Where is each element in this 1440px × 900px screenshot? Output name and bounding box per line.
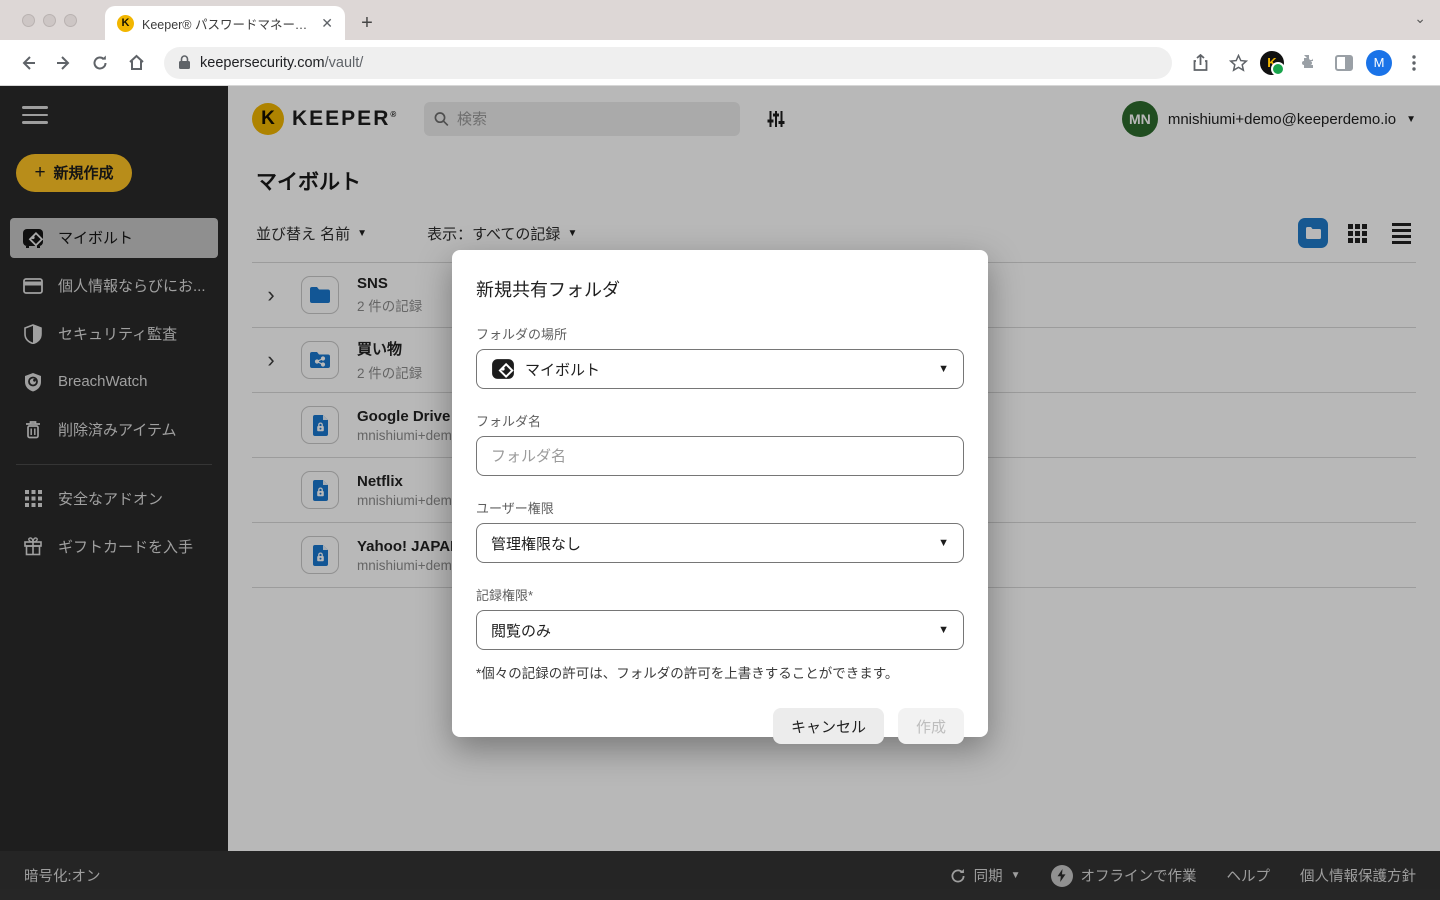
tab-title: Keeper® パスワードマネージャー [142,17,311,32]
window-controls[interactable] [0,0,91,40]
side-panel-icon[interactable] [1328,47,1360,79]
window-zoom-button[interactable] [64,13,77,27]
folder-name-input[interactable] [491,447,949,465]
lock-icon [179,55,190,69]
chevron-down-icon: ▼ [938,537,949,549]
window-close-button[interactable] [22,13,35,27]
user-permissions-label: ユーザー権限 [476,501,554,516]
folder-location-select[interactable]: マイボルト ▼ [476,349,964,389]
vault-icon [491,357,515,381]
user-permissions-value: 管理権限なし [491,535,582,553]
chevron-down-icon: ▼ [938,624,949,636]
reload-icon[interactable] [84,47,116,79]
keeper-vault-app: + 新規作成 マイボルト 個人情報ならびにお... セキュリティ監査 Breac… [0,86,1440,900]
tab-close-icon[interactable]: ✕ [319,15,335,32]
record-permissions-select[interactable]: 閲覧のみ ▼ [476,610,964,650]
browser-tabstrip: K Keeper® パスワードマネージャー ✕ + ⌄ [0,0,1440,40]
window-minimize-button[interactable] [43,13,56,27]
cancel-button[interactable]: キャンセル [772,708,884,744]
browser-profile-avatar[interactable]: M [1366,49,1392,76]
record-permissions-value: 閲覧のみ [491,622,552,640]
extensions-puzzle-icon[interactable] [1290,47,1322,79]
back-icon[interactable] [12,47,44,79]
create-button[interactable]: 作成 [897,708,964,744]
browser-menu-icon[interactable] [1398,47,1430,79]
modal-title: 新規共有フォルダ [476,280,620,300]
new-shared-folder-modal: 新規共有フォルダ フォルダの場所 マイボルト ▼ フォルダ名 ユーザー権限 管理… [452,250,988,744]
share-icon[interactable] [1184,47,1216,79]
forward-icon[interactable] [48,47,80,79]
keeper-favicon-icon: K [117,14,134,32]
permissions-note: *個々の記録の許可は、フォルダの許可を上書きすることができます。 [476,666,899,681]
user-permissions-select[interactable]: 管理権限なし ▼ [476,523,964,563]
tab-search-chevron-icon[interactable]: ⌄ [1414,10,1426,27]
screen: K Keeper® パスワードマネージャー ✕ + ⌄ keepersecuri… [0,0,1440,900]
browser-tab[interactable]: K Keeper® パスワードマネージャー ✕ [105,6,345,40]
bookmark-star-icon[interactable] [1222,47,1254,79]
folder-name-field [476,436,964,476]
keeper-extension-icon[interactable]: K [1260,50,1285,76]
record-permissions-label: 記録権限* [476,588,534,603]
browser-toolbar: keepersecurity.com/vault/ K M [0,40,1440,86]
folder-name-label: フォルダ名 [476,414,542,429]
home-icon[interactable] [120,47,152,79]
chevron-down-icon: ▼ [938,363,949,375]
browser-actions: K M [1184,47,1430,79]
url-text: keepersecurity.com/vault/ [200,54,364,71]
modal-actions: キャンセル 作成 [476,708,964,744]
new-tab-button[interactable]: + [353,9,381,37]
folder-location-value: マイボルト [525,361,601,379]
address-bar[interactable]: keepersecurity.com/vault/ [164,46,1172,79]
folder-location-label: フォルダの場所 [476,327,568,342]
